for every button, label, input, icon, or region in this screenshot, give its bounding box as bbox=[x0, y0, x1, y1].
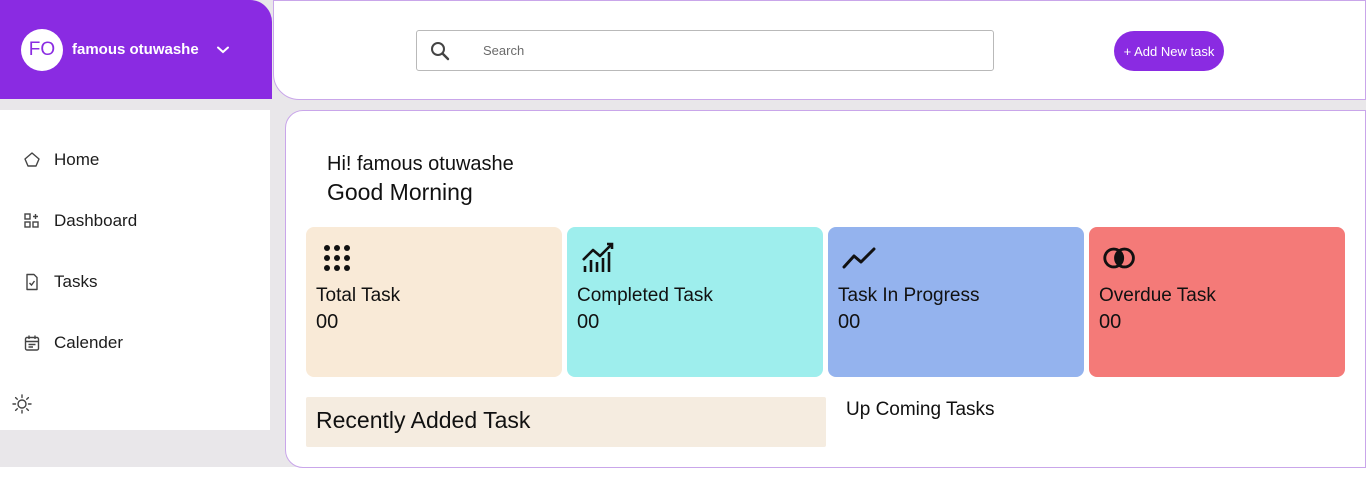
search-input[interactable] bbox=[483, 31, 983, 70]
main-content: Hi! famous otuwashe Good Morning Total T… bbox=[285, 110, 1366, 468]
calendar-icon bbox=[22, 333, 42, 353]
stat-card-total[interactable]: Total Task 00 bbox=[306, 227, 562, 377]
recently-added-section: Recently Added Task bbox=[306, 397, 826, 447]
stat-label: Total Task bbox=[316, 285, 401, 306]
stat-card-completed[interactable]: Completed Task 00 bbox=[567, 227, 823, 377]
overlap-circles-icon bbox=[1103, 241, 1137, 275]
search-box[interactable] bbox=[416, 30, 994, 71]
sidebar-item-label: Dashboard bbox=[54, 211, 138, 230]
page-bottom-strip bbox=[0, 467, 1366, 483]
stat-count: 00 bbox=[1099, 311, 1122, 333]
stat-label: Completed Task bbox=[577, 285, 713, 306]
sidebar-item-tasks[interactable]: Tasks bbox=[22, 272, 97, 292]
user-name: famous otuwashe bbox=[72, 41, 199, 58]
top-bar: + Add New task bbox=[273, 0, 1366, 100]
sidebar-item-label: Calender bbox=[54, 333, 123, 352]
stat-count: 00 bbox=[316, 311, 339, 333]
greeting-time-of-day: Good Morning bbox=[327, 179, 473, 205]
stat-label: Task In Progress bbox=[838, 285, 980, 306]
greeting-text: Hi! famous otuwashe bbox=[327, 153, 514, 175]
bar-chart-icon bbox=[581, 241, 615, 275]
sidebar-item-label: Tasks bbox=[54, 272, 98, 291]
search-icon bbox=[430, 41, 450, 61]
sun-icon[interactable] bbox=[12, 394, 32, 414]
add-new-task-button[interactable]: + Add New task bbox=[1114, 31, 1224, 71]
stat-card-in-progress[interactable]: Task In Progress 00 bbox=[828, 227, 1084, 377]
stat-count: 00 bbox=[838, 311, 861, 333]
sidebar-item-calendar[interactable]: Calender bbox=[22, 333, 123, 353]
home-icon bbox=[22, 150, 42, 170]
chevron-down-icon[interactable] bbox=[216, 46, 229, 54]
stat-label: Overdue Task bbox=[1099, 285, 1216, 306]
sidebar: Home Dashboard Tasks Calender bbox=[0, 110, 270, 430]
dashboard-icon bbox=[22, 211, 42, 231]
stat-card-overdue[interactable]: Overdue Task 00 bbox=[1089, 227, 1345, 377]
sidebar-item-label: Home bbox=[54, 150, 100, 169]
sidebar-item-dashboard[interactable]: Dashboard bbox=[22, 211, 137, 231]
user-panel: FO famous otuwashe bbox=[0, 0, 272, 99]
sidebar-item-home[interactable]: Home bbox=[22, 150, 99, 170]
dots-grid-icon bbox=[320, 241, 354, 275]
stat-count: 00 bbox=[577, 311, 600, 333]
avatar: FO bbox=[21, 28, 63, 71]
trend-line-icon bbox=[842, 241, 876, 275]
upcoming-tasks-title: Up Coming Tasks bbox=[846, 399, 995, 420]
tasks-icon bbox=[22, 272, 42, 292]
recently-added-title: Recently Added Task bbox=[316, 407, 531, 433]
